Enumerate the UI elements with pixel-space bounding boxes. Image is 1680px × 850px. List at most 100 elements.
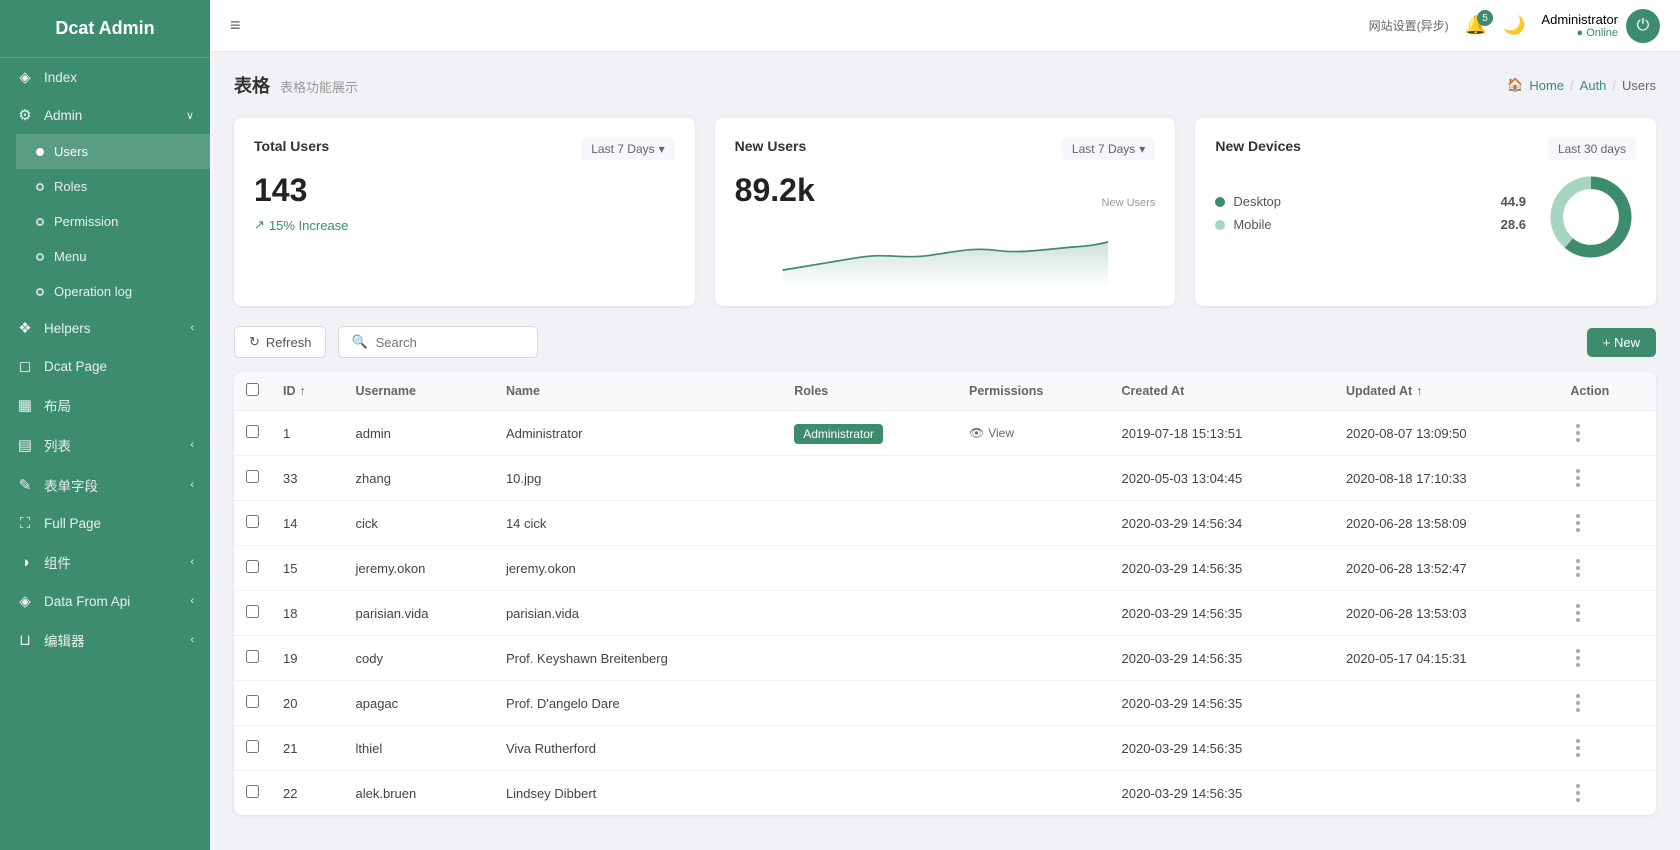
sidebar-item-components[interactable]: ◑ 组件 ‹	[0, 542, 210, 582]
row-action[interactable]	[1558, 726, 1656, 771]
row-action[interactable]	[1558, 501, 1656, 546]
chevron-left-icon: ‹	[190, 322, 194, 334]
row-action-menu[interactable]	[1570, 602, 1644, 624]
row-checkbox[interactable]	[246, 695, 259, 708]
breadcrumb-auth[interactable]: Auth	[1580, 78, 1607, 93]
row-action-menu[interactable]	[1570, 782, 1644, 804]
sidebar-item-dcat-page[interactable]: ◻ Dcat Page	[0, 347, 210, 385]
row-checkbox-cell[interactable]	[234, 636, 271, 681]
stat-filter-total[interactable]: Last 7 Days ▾	[581, 138, 674, 160]
row-checkbox-cell[interactable]	[234, 411, 271, 456]
full-page-icon: ⛶	[16, 515, 34, 532]
row-checkbox-cell[interactable]	[234, 546, 271, 591]
row-checkbox[interactable]	[246, 515, 259, 528]
chevron-down-icon: ∨	[186, 109, 194, 122]
sidebar-item-permission[interactable]: Permission	[16, 204, 210, 239]
row-checkbox-cell[interactable]	[234, 591, 271, 636]
row-permission	[957, 771, 1110, 816]
row-id: 18	[271, 591, 344, 636]
table-row: 14 cick 14 cick 2020-03-29 14:56:34 2020…	[234, 501, 1656, 546]
stat-filter-new[interactable]: Last 7 Days ▾	[1062, 138, 1155, 160]
row-action[interactable]	[1558, 411, 1656, 456]
sidebar-item-index[interactable]: ◈ Index	[0, 58, 210, 96]
chevron-left-icon: ‹	[190, 556, 194, 568]
th-updated-at[interactable]: Updated At ↑	[1334, 372, 1558, 411]
th-name[interactable]: Name	[494, 372, 782, 411]
list-icon: ▤	[16, 436, 34, 454]
row-action[interactable]	[1558, 546, 1656, 591]
th-roles[interactable]: Roles	[782, 372, 957, 411]
action-dots-icon	[1576, 424, 1580, 442]
action-dots-icon	[1576, 784, 1580, 802]
page-subtitle: 表格功能展示	[280, 77, 358, 96]
row-updated-at	[1334, 726, 1558, 771]
row-checkbox-cell[interactable]	[234, 726, 271, 771]
sidebar-item-admin[interactable]: ⚙ Admin ∨	[0, 96, 210, 134]
sidebar-item-data-api[interactable]: ◈ Data From Api ‹	[0, 582, 210, 620]
search-input[interactable]	[376, 335, 526, 350]
row-checkbox-cell[interactable]	[234, 681, 271, 726]
sidebar-item-users[interactable]: Users	[16, 134, 210, 169]
search-box[interactable]: 🔍	[338, 326, 538, 358]
table-row: 15 jeremy.okon jeremy.okon 2020-03-29 14…	[234, 546, 1656, 591]
sidebar-item-form-field[interactable]: ✎ 表单字段 ‹	[0, 465, 210, 505]
row-checkbox[interactable]	[246, 650, 259, 663]
row-action-menu[interactable]	[1570, 422, 1644, 444]
sidebar-item-editor[interactable]: ⊔ 编辑器 ‹	[0, 620, 210, 660]
sidebar-item-helpers[interactable]: ❖ Helpers ‹	[0, 309, 210, 347]
sidebar-item-layout[interactable]: ▦ 布局	[0, 385, 210, 425]
refresh-label: Refresh	[266, 335, 312, 350]
row-action-menu[interactable]	[1570, 647, 1644, 669]
sidebar-item-operation-log[interactable]: Operation log	[16, 274, 210, 309]
row-checkbox-cell[interactable]	[234, 771, 271, 816]
select-all-checkbox[interactable]	[246, 383, 259, 396]
th-username[interactable]: Username	[344, 372, 494, 411]
row-action[interactable]	[1558, 456, 1656, 501]
sidebar-item-full-page[interactable]: ⛶ Full Page	[0, 505, 210, 542]
sidebar-item-roles[interactable]: Roles	[16, 169, 210, 204]
th-checkbox[interactable]	[234, 372, 271, 411]
new-users-label: New Users	[1102, 197, 1156, 209]
row-action-menu[interactable]	[1570, 467, 1644, 489]
th-permissions[interactable]: Permissions	[957, 372, 1110, 411]
site-settings-link[interactable]: 网站设置(异步)	[1369, 17, 1449, 34]
row-action-menu[interactable]	[1570, 737, 1644, 759]
donut-legend: Desktop 44.9 Mobile 28.6	[1215, 194, 1526, 240]
table-row: 1 admin Administrator Administrator 👁 Vi…	[234, 411, 1656, 456]
desktop-label: Desktop	[1233, 194, 1281, 209]
row-checkbox-cell[interactable]	[234, 456, 271, 501]
row-username: alek.bruen	[344, 771, 494, 816]
row-checkbox[interactable]	[246, 740, 259, 753]
breadcrumb-home[interactable]: Home	[1529, 78, 1564, 93]
row-action-menu[interactable]	[1570, 512, 1644, 534]
sidebar-item-label: Operation log	[54, 284, 132, 299]
row-action[interactable]	[1558, 591, 1656, 636]
sidebar-item-menu[interactable]: Menu	[16, 239, 210, 274]
row-username: admin	[344, 411, 494, 456]
stat-filter-devices[interactable]: Last 30 days	[1548, 138, 1636, 160]
row-checkbox[interactable]	[246, 425, 259, 438]
row-checkbox[interactable]	[246, 785, 259, 798]
permission-view[interactable]: 👁 View	[969, 426, 1098, 440]
row-action[interactable]	[1558, 636, 1656, 681]
action-dots-icon	[1576, 604, 1580, 622]
row-checkbox-cell[interactable]	[234, 501, 271, 546]
th-id[interactable]: ID ↑	[271, 372, 344, 411]
row-action[interactable]	[1558, 681, 1656, 726]
sidebar-item-list[interactable]: ▤ 列表 ‹	[0, 425, 210, 465]
row-permission	[957, 726, 1110, 771]
row-checkbox[interactable]	[246, 560, 259, 573]
row-action-menu[interactable]	[1570, 692, 1644, 714]
sidebar-item-label: Data From Api	[44, 594, 130, 609]
new-button[interactable]: + New	[1587, 328, 1656, 357]
theme-toggle-icon[interactable]: 🌙	[1503, 15, 1525, 36]
th-created-at[interactable]: Created At	[1110, 372, 1334, 411]
row-checkbox[interactable]	[246, 470, 259, 483]
refresh-button[interactable]: ↻ Refresh	[234, 326, 326, 358]
hamburger-icon[interactable]: ≡	[230, 15, 241, 36]
row-action-menu[interactable]	[1570, 557, 1644, 579]
row-checkbox[interactable]	[246, 605, 259, 618]
notification-icon[interactable]: 🔔 5	[1465, 15, 1487, 36]
row-role	[782, 591, 957, 636]
row-action[interactable]	[1558, 771, 1656, 816]
